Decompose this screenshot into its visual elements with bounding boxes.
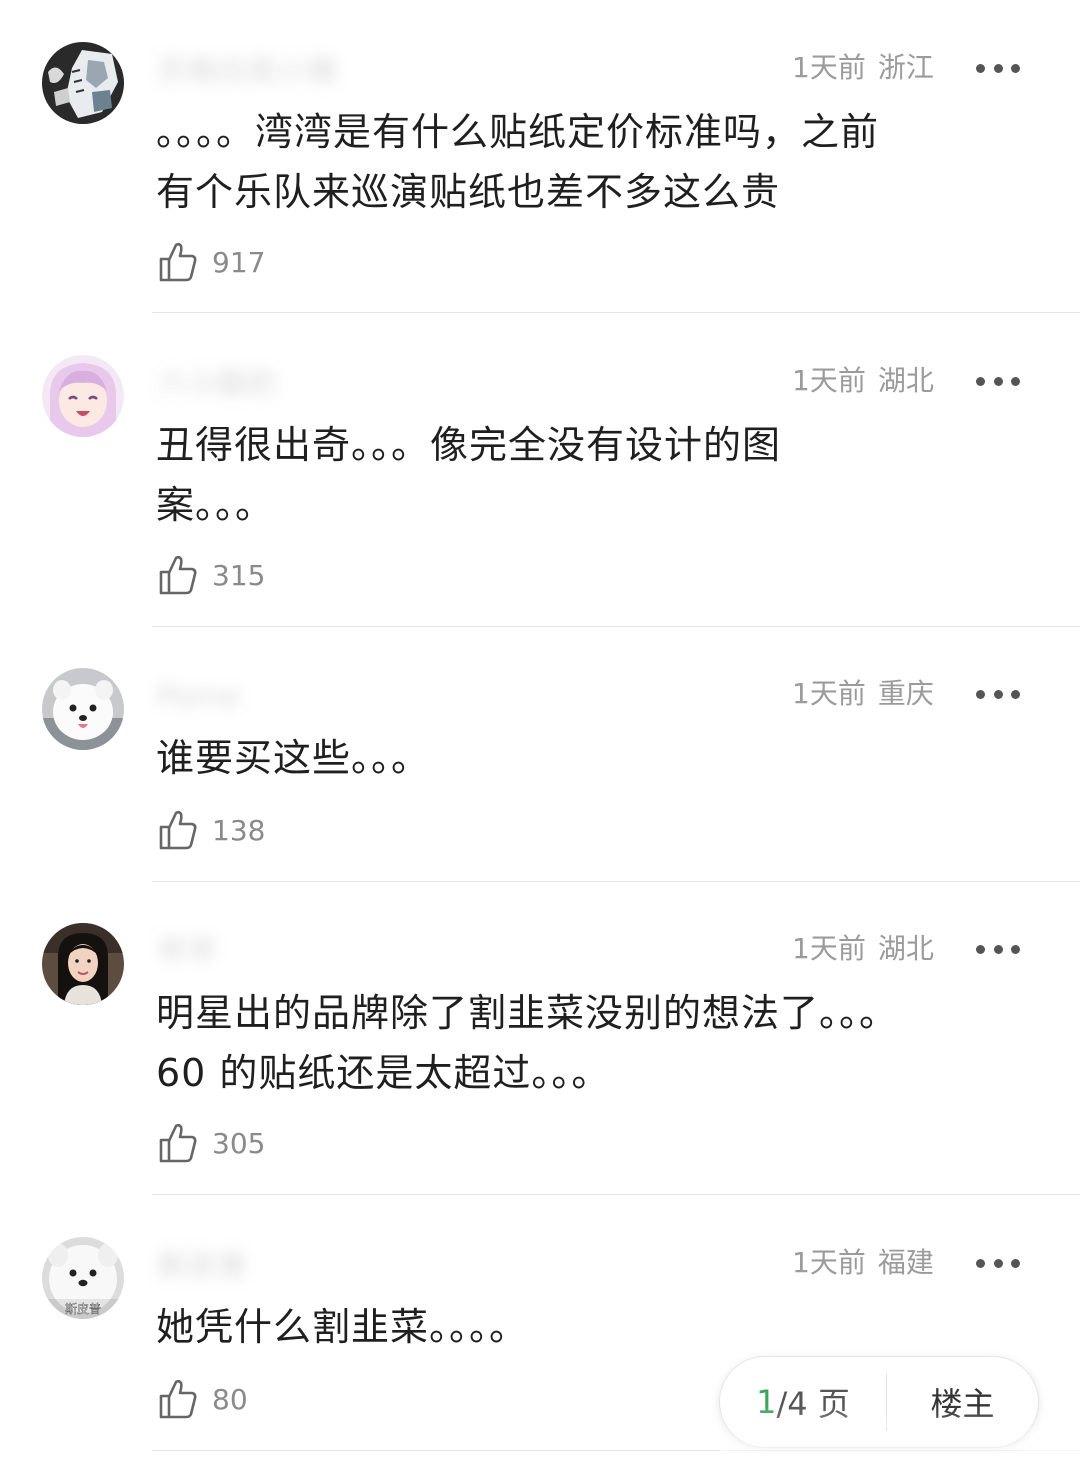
total-pages: /4 页: [776, 1385, 850, 1423]
avatar[interactable]: [42, 923, 124, 1005]
anime-girl-avatar-icon: [42, 355, 124, 437]
like-count: 138: [212, 813, 266, 847]
more-options-icon[interactable]: [976, 361, 1020, 401]
comment-time: 1天前: [792, 1246, 866, 1279]
comment-meta: 1天前 湖北: [792, 361, 934, 401]
like-count: 80: [212, 1382, 248, 1416]
avatar[interactable]: 斯皮普: [42, 1237, 124, 1319]
white-dog-avatar-icon: [42, 668, 124, 750]
woman-portrait-avatar-icon: [42, 923, 124, 1005]
comment-location: 福建: [877, 1246, 934, 1279]
comment-item: 苏格拉底小猪 1天前 浙江 。。。。湾湾是有什么贴纸定价标准吗，之前 有个乐队来巡…: [0, 42, 1080, 314]
comment-time: 1天前: [792, 364, 866, 397]
like-count: 305: [212, 1126, 266, 1160]
comment-location: 湖北: [877, 364, 934, 397]
thumbs-up-icon: [159, 1123, 197, 1163]
more-options-icon[interactable]: [976, 1243, 1020, 1283]
like-button[interactable]: 315: [158, 553, 265, 597]
thumbs-up-icon: [159, 242, 197, 282]
comment-text: 明星出的品牌除了割韭菜没别的想法了。。。 60 的贴纸还是太超过。。。: [156, 991, 899, 1095]
thumbs-up-icon: [159, 1379, 197, 1419]
avatar[interactable]: [42, 42, 124, 124]
thumbs-up-icon: [159, 555, 197, 595]
more-options-icon[interactable]: [976, 674, 1020, 714]
comment-meta: 1天前 重庆: [792, 674, 934, 714]
like-button[interactable]: 305: [158, 1121, 265, 1165]
floating-pager: 1/4 页 楼主: [720, 1357, 1038, 1447]
comment-time: 1天前: [792, 932, 866, 965]
comment-item: Pome 1天前 重庆 谁要买这些。。。 138: [0, 668, 1080, 882]
divider: [152, 626, 1080, 627]
owner-only-button[interactable]: 楼主: [887, 1357, 1038, 1447]
comment-meta: 1天前 湖北: [792, 929, 934, 969]
divider: [152, 1194, 1080, 1195]
like-count: 315: [212, 558, 266, 592]
page-indicator-button[interactable]: 1/4 页: [720, 1357, 886, 1447]
username[interactable]: 苏格拉底小猪: [157, 54, 417, 90]
avatar-caption: 斯皮普: [65, 1302, 101, 1316]
comment-text: 谁要买这些。。。: [156, 736, 431, 780]
username[interactable]: 斯皮普: [157, 1249, 417, 1285]
comment-text: 丑得很出奇。。。像完全没有设计的图 案。。。: [156, 423, 782, 527]
comment-meta: 1天前 浙江: [792, 48, 934, 88]
comment-time: 1天前: [792, 51, 866, 84]
comment-location: 浙江: [877, 51, 934, 84]
username[interactable]: 六斗酸奶: [157, 367, 417, 403]
username[interactable]: 苹苹: [157, 935, 417, 971]
anime-sketch-avatar-icon: [42, 42, 124, 124]
username[interactable]: Pome: [157, 680, 417, 716]
more-options-icon[interactable]: [976, 929, 1020, 969]
thumbs-up-icon: [159, 810, 197, 850]
current-page: 1: [756, 1383, 777, 1421]
like-button[interactable]: 80: [158, 1377, 248, 1421]
comment-location: 重庆: [877, 677, 934, 710]
divider: [152, 1450, 1080, 1451]
comment-location: 湖北: [877, 932, 934, 965]
divider: [152, 881, 1080, 882]
comment-time: 1天前: [792, 677, 866, 710]
comment-text: 。。。。湾湾是有什么贴纸定价标准吗，之前 有个乐队来巡演贴纸也差不多这么贵: [156, 110, 880, 214]
like-button[interactable]: 917: [158, 240, 265, 284]
samoyed-dog-avatar-icon: 斯皮普: [42, 1237, 124, 1319]
comment-text: 她凭什么割韭菜。。。。: [156, 1305, 529, 1349]
avatar[interactable]: [42, 355, 124, 437]
divider: [152, 312, 1080, 313]
comment-item: 六斗酸奶 1天前 湖北 丑得很出奇。。。像完全没有设计的图 案。。。 315: [0, 355, 1080, 627]
like-button[interactable]: 138: [158, 808, 265, 852]
comment-item: 苹苹 1天前 湖北 明星出的品牌除了割韭菜没别的想法了。。。 60 的贴纸还是太超…: [0, 923, 1080, 1195]
avatar[interactable]: [42, 668, 124, 750]
like-count: 917: [212, 245, 266, 279]
comment-meta: 1天前 福建: [792, 1243, 934, 1283]
more-options-icon[interactable]: [976, 48, 1020, 88]
